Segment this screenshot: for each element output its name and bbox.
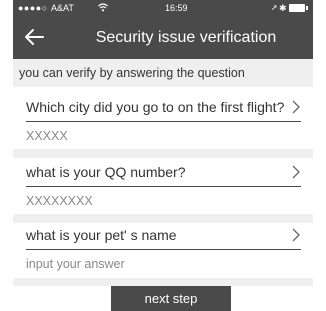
chevron-right-icon (292, 228, 300, 242)
section-divider (13, 149, 313, 158)
carrier-name: A&AT (51, 3, 74, 13)
back-arrow-icon[interactable] (19, 22, 49, 52)
nav-bar: Security issue verification (13, 16, 313, 59)
instruction-text: you can verify by answering the question (13, 59, 313, 87)
question-selector-3[interactable]: what is your pet' s name (26, 221, 301, 250)
status-bar: ●●●●○ A&AT 16:59 ➚ ✱ (13, 0, 313, 16)
question-selector-1[interactable]: Which city did you go to on the first fl… (26, 93, 301, 122)
top-bar: ●●●●○ A&AT 16:59 ➚ ✱ Security issue veri… (13, 0, 313, 59)
section-divider (13, 278, 313, 286)
status-time: 16:59 (165, 3, 188, 13)
chevron-right-icon (292, 100, 300, 114)
next-step-button[interactable]: next step (111, 286, 231, 311)
question-selector-2[interactable]: what is your QQ number? (26, 158, 301, 187)
signal-strength: ●●●●○ (18, 3, 48, 13)
question-label: what is your QQ number? (26, 164, 186, 180)
chevron-right-icon (292, 165, 300, 179)
phone-screen: ●●●●○ A&AT 16:59 ➚ ✱ Security issue veri… (13, 0, 313, 311)
answer-field-1[interactable] (26, 122, 301, 150)
location-arrow-icon: ➚ (271, 3, 278, 12)
verification-form: you can verify by answering the question… (13, 59, 313, 311)
question-label: Which city did you go to on the first fl… (26, 99, 285, 115)
answer-field-2[interactable] (26, 187, 301, 215)
answer-field-3[interactable] (26, 250, 301, 278)
wifi-icon (98, 3, 108, 12)
battery-icon (289, 4, 308, 12)
question-label: what is your pet' s name (26, 227, 177, 243)
bluetooth-icon: ✱ (279, 3, 287, 13)
page-title: Security issue verification (95, 29, 277, 46)
